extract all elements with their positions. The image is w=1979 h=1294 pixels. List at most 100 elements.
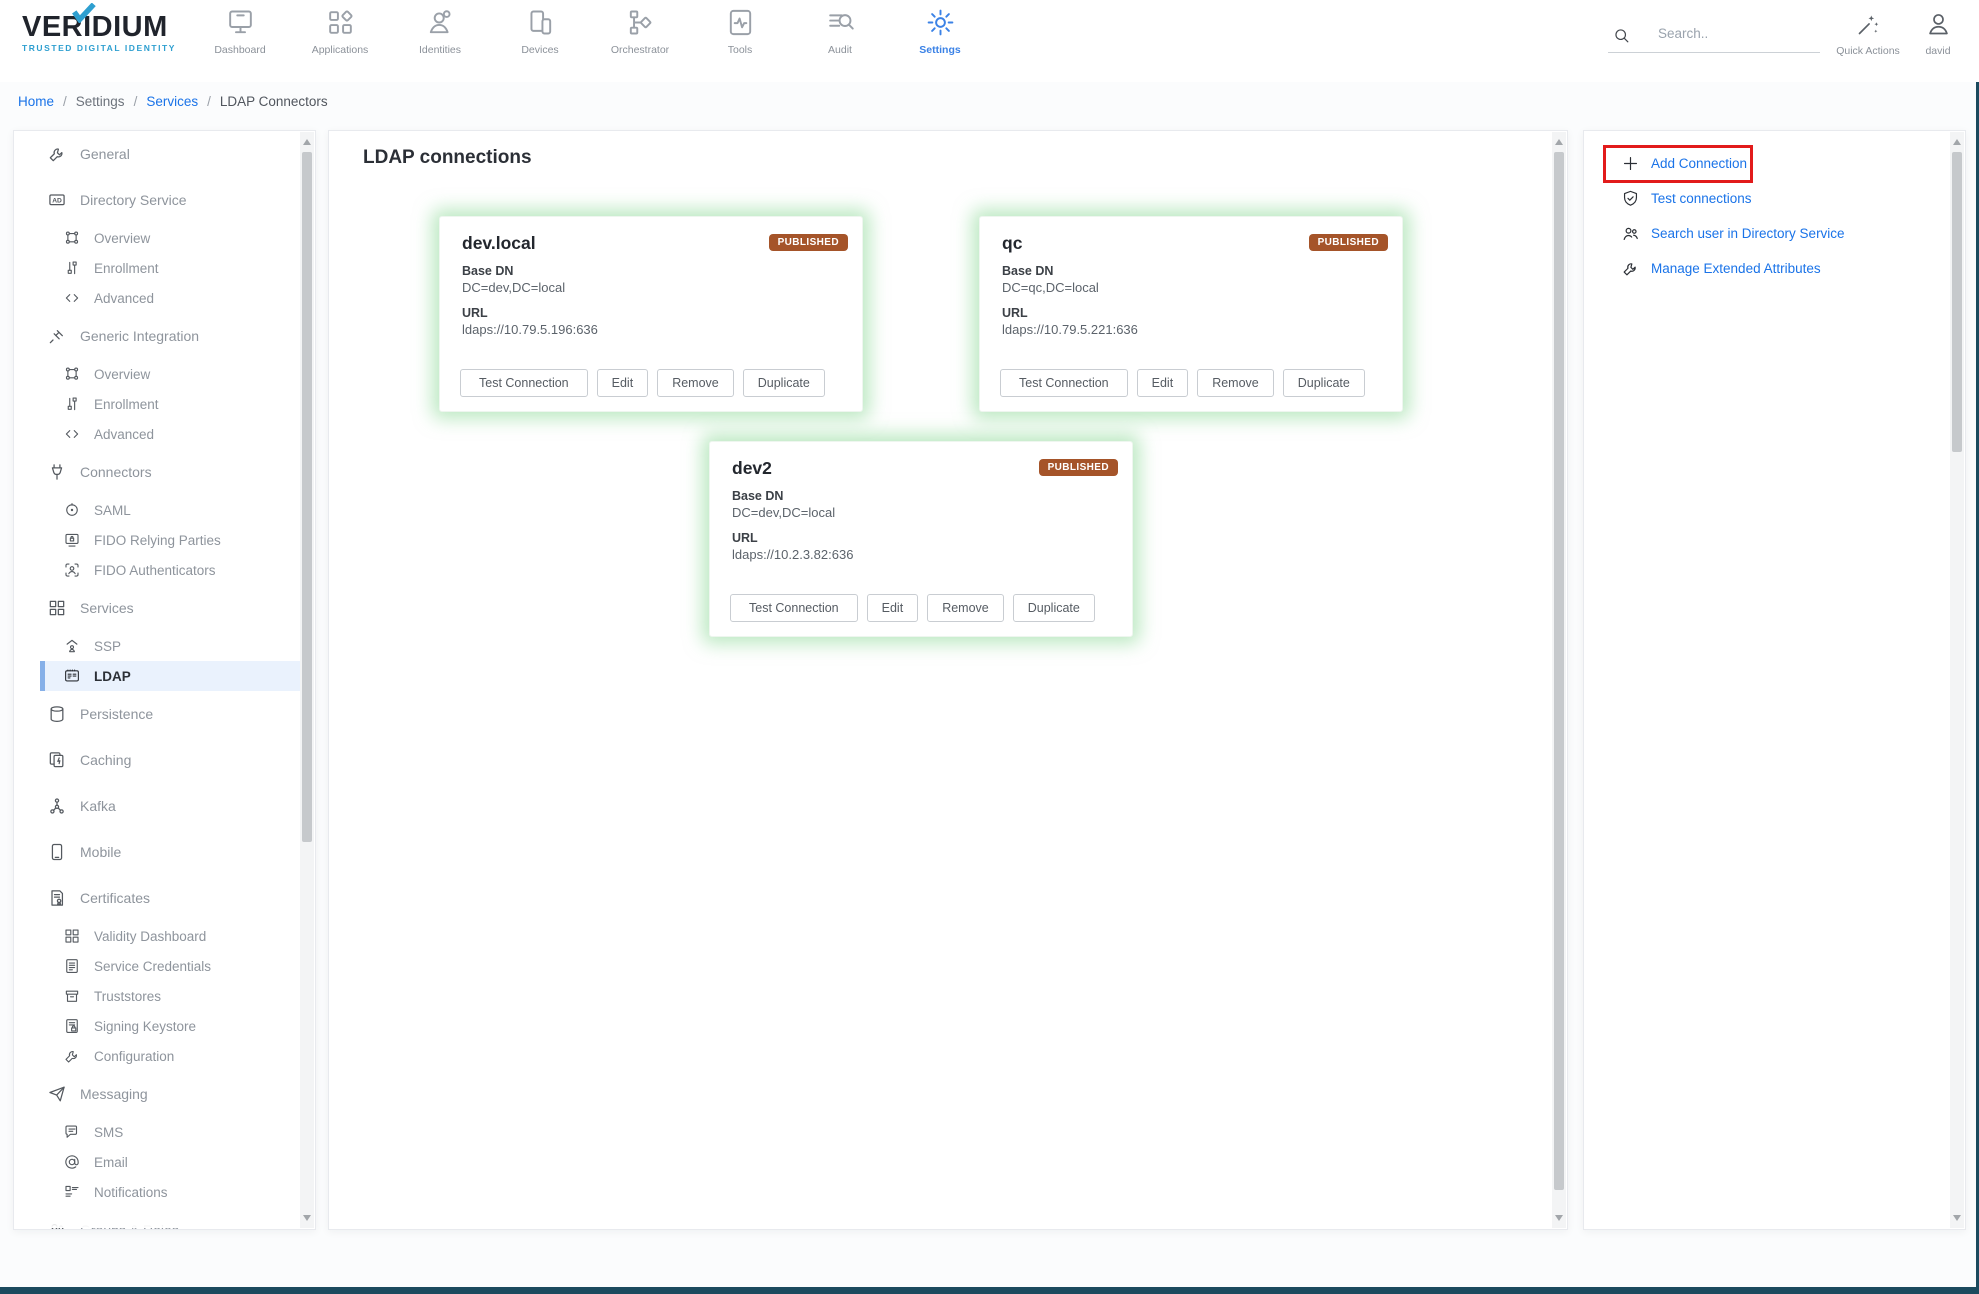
remove-button[interactable]: Remove [927, 594, 1004, 622]
scroll-down-arrow-icon[interactable] [1552, 1210, 1566, 1226]
sidebar-item-overview[interactable]: Overview [14, 223, 300, 253]
test-connection-button[interactable]: Test Connection [730, 594, 858, 622]
scrollbar-thumb[interactable] [302, 152, 312, 842]
duplicate-button[interactable]: Duplicate [743, 369, 825, 397]
breadcrumb-services[interactable]: Services [146, 94, 198, 109]
ssp-icon [63, 637, 81, 655]
ldap-connections-panel: LDAP connections dev.localPUBLISHEDBase … [328, 130, 1568, 1230]
sidebar-item-certificates[interactable]: Certificates [14, 875, 300, 921]
sidebar-item-truststores[interactable]: Truststores [14, 981, 300, 1011]
sidebar-item-sms[interactable]: SMS [14, 1117, 300, 1147]
edit-button[interactable]: Edit [1137, 369, 1189, 397]
duplicate-button[interactable]: Duplicate [1283, 369, 1365, 397]
status-badge: PUBLISHED [1309, 234, 1388, 251]
sidebar-item-kafka[interactable]: Kafka [14, 783, 300, 829]
sidebar-item-fido-authenticators[interactable]: FIDO Authenticators [14, 555, 300, 585]
scroll-up-arrow-icon[interactable] [1552, 134, 1566, 150]
connection-card-qc: qcPUBLISHEDBase DNDC=qc,DC=localURLldaps… [979, 216, 1403, 412]
main-scrollbar[interactable] [1552, 132, 1566, 1228]
sidebar-item-messaging[interactable]: Messaging [14, 1071, 300, 1117]
edit-button[interactable]: Edit [867, 594, 919, 622]
sidebar-item-notifications[interactable]: Notifications [14, 1177, 300, 1207]
sidebar-item-ssp[interactable]: SSP [14, 631, 300, 661]
nav-item-settings[interactable]: Settings [890, 7, 990, 56]
sidebar-scrollbar[interactable] [300, 132, 314, 1228]
scroll-down-arrow-icon[interactable] [300, 1210, 314, 1226]
sidebar-item-label: Overview [94, 231, 150, 246]
sidebar-item-advanced[interactable]: Advanced [14, 419, 300, 449]
user-name-label: david [1925, 45, 1950, 57]
network-icon [63, 365, 81, 383]
action-test-connections[interactable]: Test connections [1584, 181, 1950, 216]
edit-button[interactable]: Edit [597, 369, 649, 397]
sidebar-item-fido-relying-parties[interactable]: FIDO Relying Parties [14, 525, 300, 555]
people-icon [47, 1220, 67, 1230]
audit-icon [825, 7, 856, 38]
action-add-connection[interactable]: Add Connection [1584, 146, 1950, 181]
sidebar-item-enrollment[interactable]: Enrollment [14, 253, 300, 283]
sidebar-item-directory-service[interactable]: ADDirectory Service [14, 177, 300, 223]
actions-scrollbar[interactable] [1950, 132, 1964, 1228]
sidebar-item-email[interactable]: Email [14, 1147, 300, 1177]
sidebar-item-label: SAML [94, 503, 131, 518]
nav-item-audit[interactable]: Audit [790, 7, 890, 56]
sidebar-item-label: Generic Integration [80, 328, 199, 344]
sidebar-item-caching[interactable]: Caching [14, 737, 300, 783]
connection-card-dev2: dev2PUBLISHEDBase DNDC=dev,DC=localURLld… [709, 441, 1133, 637]
nav-item-orchestrator[interactable]: Orchestrator [590, 7, 690, 56]
steps-icon [63, 259, 81, 277]
sidebar-item-label: Persistence [80, 706, 153, 722]
sidebar-item-connectors[interactable]: Connectors [14, 449, 300, 495]
base-dn-value: DC=dev,DC=local [462, 280, 565, 295]
sidebar-item-enrollment[interactable]: Enrollment [14, 389, 300, 419]
sidebar-item-validity-dashboard[interactable]: Validity Dashboard [14, 921, 300, 951]
scroll-up-arrow-icon[interactable] [300, 134, 314, 150]
sidebar-item-service-credentials[interactable]: Service Credentials [14, 951, 300, 981]
sidebar-item-generic-integration[interactable]: Generic Integration [14, 313, 300, 359]
scrollbar-thumb[interactable] [1952, 152, 1962, 452]
nav-item-dashboard[interactable]: Dashboard [190, 7, 290, 56]
nav-label: Identities [419, 44, 461, 56]
facescan-icon [63, 561, 81, 579]
test-connection-button[interactable]: Test Connection [1000, 369, 1128, 397]
sidebar-item-services[interactable]: Services [14, 585, 300, 631]
test-connection-button[interactable]: Test Connection [460, 369, 588, 397]
sidebar-item-overview[interactable]: Overview [14, 359, 300, 389]
scroll-down-arrow-icon[interactable] [1950, 1210, 1964, 1226]
sidebar-item-label: Groups & Roles [80, 1222, 179, 1230]
sidebar-item-general[interactable]: General [14, 131, 300, 177]
status-badge: PUBLISHED [769, 234, 848, 251]
top-header: VERIDIUM TRUSTED DIGITAL IDENTITY Dashbo… [0, 0, 1979, 82]
sidebar-item-signing-keystore[interactable]: Signing Keystore [14, 1011, 300, 1041]
nav-label: Audit [828, 44, 852, 56]
duplicate-button[interactable]: Duplicate [1013, 594, 1095, 622]
quick-actions-label: Quick Actions [1836, 45, 1900, 57]
quick-actions-button[interactable]: Quick Actions [1830, 11, 1906, 57]
sidebar-item-persistence[interactable]: Persistence [14, 691, 300, 737]
sidebar-item-groups-roles[interactable]: Groups & Roles [14, 1207, 300, 1230]
veridium-logo[interactable]: VERIDIUM TRUSTED DIGITAL IDENTITY [22, 12, 176, 53]
primary-nav: DashboardApplications Identities DevicesOr… [190, 7, 990, 56]
sidebar-item-mobile[interactable]: Mobile [14, 829, 300, 875]
remove-button[interactable]: Remove [657, 369, 734, 397]
sidebar-item-saml[interactable]: SAML [14, 495, 300, 525]
action-search-user-in-directory-service[interactable]: Search user in Directory Service [1584, 216, 1950, 251]
search-input[interactable] [1656, 25, 1811, 42]
sidebar-item-configuration[interactable]: Configuration [14, 1041, 300, 1071]
nav-item-applications[interactable]: Applications [290, 7, 390, 56]
nav-item-tools[interactable]: Tools [690, 7, 790, 56]
nav-item-devices[interactable]: Devices [490, 7, 590, 56]
scrollbar-thumb[interactable] [1554, 152, 1564, 1190]
connection-name: dev2 [732, 458, 772, 479]
remove-button[interactable]: Remove [1197, 369, 1274, 397]
scroll-up-arrow-icon[interactable] [1950, 134, 1964, 150]
wrench-icon [63, 1047, 81, 1065]
nav-item-identities[interactable]: Identities [390, 7, 490, 56]
search-icon [1612, 26, 1631, 45]
action-manage-extended-attributes[interactable]: Manage Extended Attributes [1584, 251, 1950, 286]
breadcrumb-home[interactable]: Home [18, 94, 54, 109]
user-menu[interactable]: david [1910, 11, 1966, 57]
sidebar-item-ldap[interactable]: LDAP [14, 661, 300, 691]
sidebar-item-advanced[interactable]: Advanced [14, 283, 300, 313]
sidebar-item-label: Caching [80, 752, 131, 768]
